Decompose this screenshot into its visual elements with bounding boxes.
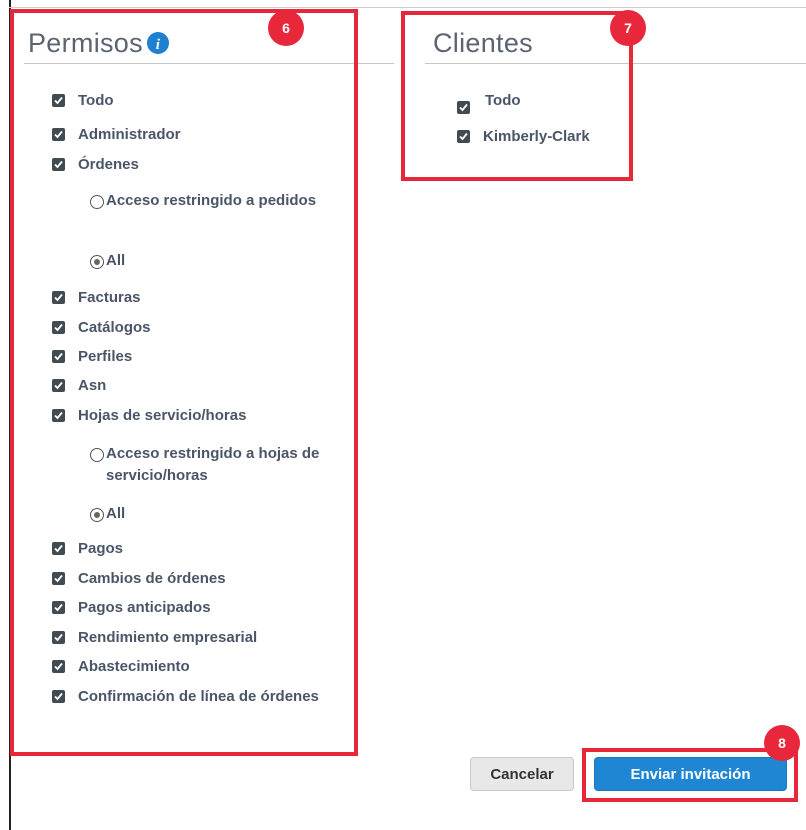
window-top-border: [9, 7, 806, 8]
send-highlight-box: [582, 748, 798, 802]
step-badge-8: 8: [764, 725, 800, 761]
clients-highlight-box: [401, 11, 633, 181]
step-badge-7: 7: [610, 10, 646, 46]
step-badge-6: 6: [268, 10, 304, 46]
cancel-button[interactable]: Cancelar: [470, 757, 574, 791]
permissions-highlight-box: [10, 9, 358, 756]
